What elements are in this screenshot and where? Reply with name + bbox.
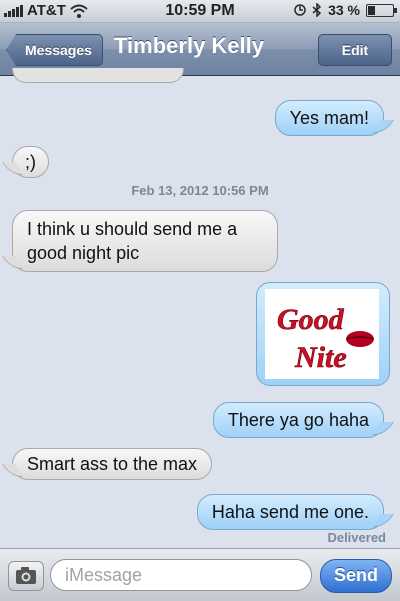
message-input-bar: iMessage Send (0, 548, 400, 601)
outgoing-message[interactable]: There ya go haha (212, 402, 384, 438)
message-text: good night pic (27, 243, 140, 263)
message-text: ;) (25, 152, 36, 172)
previous-message-bubble (12, 68, 184, 83)
lips-icon (346, 331, 374, 347)
status-bar: AT&T 10:59 PM 33 % (0, 0, 400, 23)
incoming-message[interactable]: ;) (12, 146, 49, 178)
message-text: Smart ass to the max (27, 454, 198, 474)
edit-button[interactable]: Edit (318, 34, 392, 66)
message-text: There ya go haha (227, 410, 369, 430)
message-text: Haha send me one. (211, 502, 369, 522)
battery-icon (366, 3, 397, 17)
outgoing-message[interactable]: Haha send me one. (196, 494, 384, 530)
image-text-good: Good (277, 303, 345, 336)
bluetooth-icon (312, 3, 322, 17)
message-input[interactable]: iMessage (50, 559, 312, 591)
delivered-status: Delivered (327, 530, 386, 545)
good-nite-image[interactable]: Good Nite (265, 289, 379, 379)
message-list[interactable]: Yes mam! ;) Feb 13, 2012 10:56 PM I thin… (0, 68, 400, 546)
message-text: Yes mam! (289, 108, 369, 128)
camera-button[interactable] (8, 561, 44, 591)
outgoing-image-message[interactable]: Good Nite (256, 282, 390, 386)
send-button[interactable]: Send (320, 559, 392, 593)
incoming-message[interactable]: I think u should send me a good night pi… (12, 210, 278, 272)
battery-percent: 33 % (328, 2, 360, 18)
incoming-message[interactable]: Smart ass to the max (12, 448, 213, 480)
camera-icon (16, 567, 36, 584)
good-nite-graphic: Good Nite (277, 303, 374, 374)
message-text: I think u should send me a (27, 219, 238, 239)
outgoing-message[interactable]: Yes mam! (274, 100, 384, 136)
lock-rotation-icon (294, 4, 306, 16)
message-timestamp: Feb 13, 2012 10:56 PM (131, 183, 269, 198)
status-right: 33 % (294, 2, 397, 18)
back-button[interactable]: Messages (6, 34, 103, 66)
image-text-nite: Nite (294, 341, 347, 374)
page-title: Timberly Kelly (114, 33, 264, 58)
